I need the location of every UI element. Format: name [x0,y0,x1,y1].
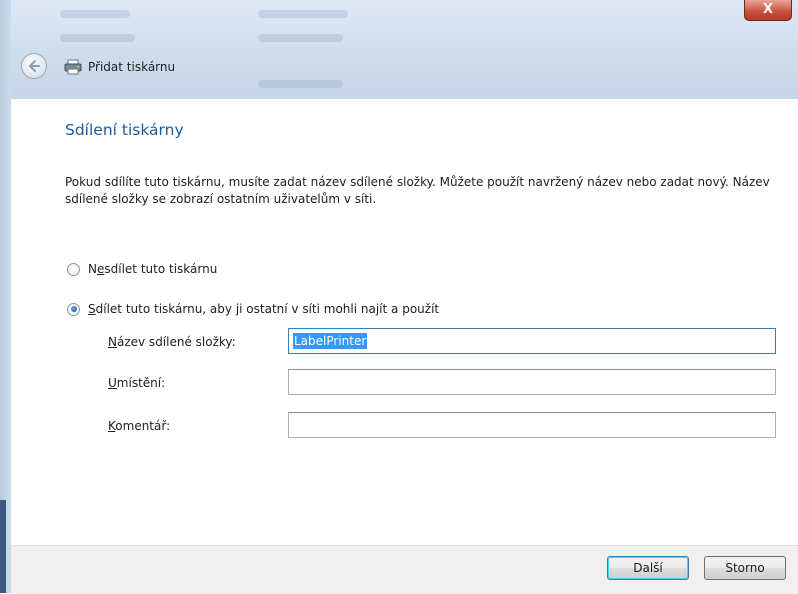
share-name-value[interactable]: LabelPrinter [293,333,368,349]
wizard-content: Sdílení tiskárny Pokud sdílíte tuto tisk… [11,98,798,546]
share-label[interactable]: Sdílet tuto tiskárnu, aby ji ostatní v s… [88,302,439,316]
window-title-text: Přidat tiskárnu [88,60,176,74]
wizard-footer: Další Storno [11,545,798,594]
location-field[interactable] [288,369,776,395]
back-arrow-icon [29,60,40,72]
page-heading: Sdílení tiskárny [65,121,184,139]
share-radio-option[interactable]: Sdílet tuto tiskárnu, aby ji ostatní v s… [67,302,439,316]
cancel-button[interactable]: Storno [704,556,786,580]
no-share-label[interactable]: Nesdílet tuto tiskárnu [88,262,217,276]
no-share-radio-option[interactable]: Nesdílet tuto tiskárnu [67,262,217,276]
comment-field[interactable] [288,412,776,438]
share-radio[interactable] [67,302,80,316]
close-icon: X [762,2,774,17]
background-ghost-text [258,34,343,42]
background-ghost-text [60,34,135,42]
share-name-field[interactable]: LabelPrinter [288,328,776,354]
close-button[interactable]: X [744,0,792,21]
comment-label: Komentář: [108,419,171,433]
printer-icon [64,59,82,75]
window-title: Přidat tiskárnu [64,59,175,75]
window-left-border-dark [0,500,6,593]
background-ghost-text [258,80,343,88]
back-button[interactable] [21,53,47,79]
background-ghost-text [60,10,130,18]
share-name-label: Název sdílené složky: [108,335,236,349]
no-share-radio[interactable] [67,262,80,276]
location-label: Umístění: [108,376,166,390]
page-description: Pokud sdílíte tuto tiskárnu, musíte zada… [65,175,770,206]
next-button[interactable]: Další [607,556,689,580]
background-ghost-text [258,10,348,18]
window-title-bar: X Přidat tiskárnu [0,0,798,98]
